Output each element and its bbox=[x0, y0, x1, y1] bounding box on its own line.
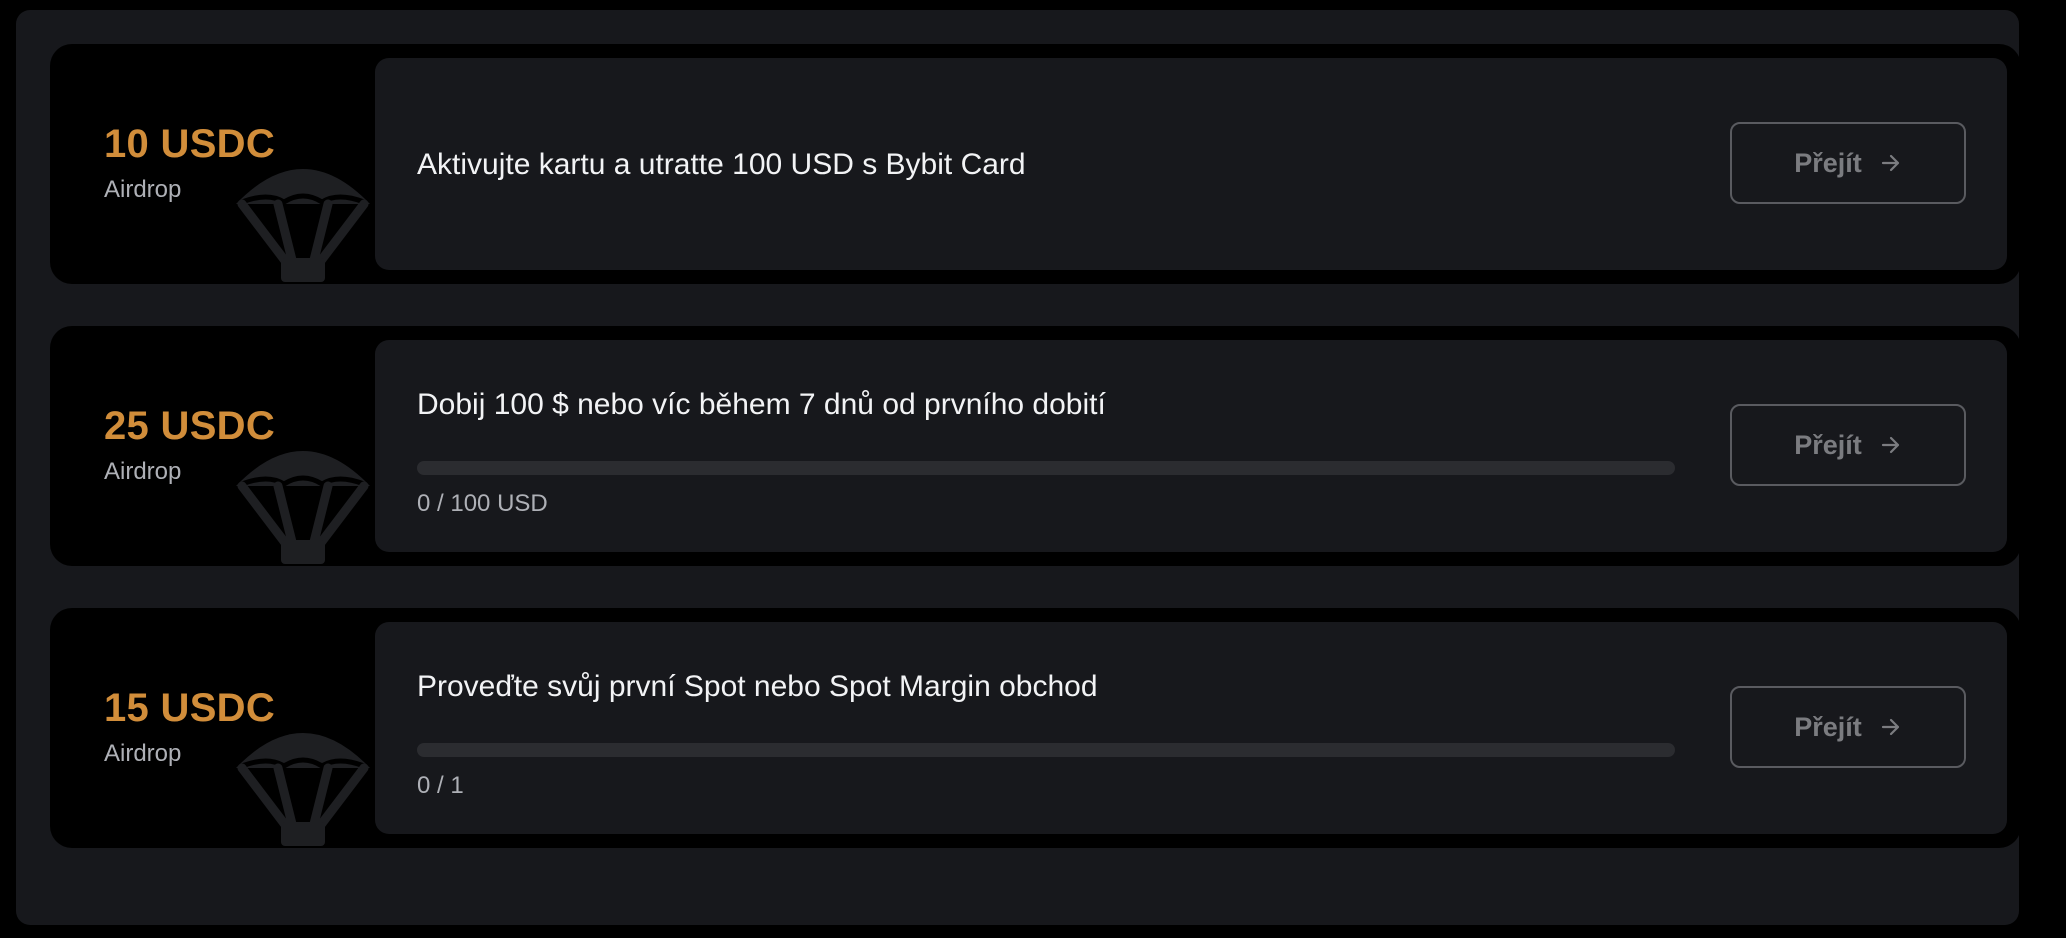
arrow-right-icon bbox=[1881, 718, 1899, 736]
go-button[interactable]: Přejít bbox=[1730, 686, 1966, 768]
task-title: Proveďte svůj první Spot nebo Spot Margi… bbox=[417, 670, 1098, 703]
reward-amount: 10 USDC bbox=[104, 122, 276, 166]
progress-text: 0 / 1 bbox=[417, 772, 464, 799]
reward-type: Airdrop bbox=[104, 458, 182, 485]
task-body: Aktivujte kartu a utratte 100 USD s Bybi… bbox=[375, 58, 2007, 270]
task-title: Dobij 100 $ nebo víc během 7 dnů od prvn… bbox=[417, 388, 1106, 421]
progress-bar bbox=[417, 461, 1675, 475]
task-title: Aktivujte kartu a utratte 100 USD s Bybi… bbox=[417, 148, 1026, 181]
task-body: Proveďte svůj první Spot nebo Spot Margi… bbox=[375, 622, 2007, 834]
go-button-label: Přejít bbox=[1794, 147, 1862, 178]
go-button-label: Přejít bbox=[1794, 711, 1862, 742]
reward-amount: 15 USDC bbox=[104, 686, 276, 730]
go-button[interactable]: Přejít bbox=[1730, 122, 1966, 204]
task-card: 25 USDC Airdrop Dobij 100 $ nebo víc běh… bbox=[50, 326, 2021, 566]
task-body: Dobij 100 $ nebo víc během 7 dnů od prvn… bbox=[375, 340, 2007, 552]
task-card: 15 USDC Airdrop Proveďte svůj první Spot… bbox=[50, 608, 2021, 848]
progress-bar bbox=[417, 743, 1675, 757]
reward-section: 15 USDC Airdrop bbox=[50, 608, 375, 848]
arrow-right-icon bbox=[1881, 436, 1899, 454]
arrow-right-icon bbox=[1881, 154, 1899, 172]
task-card: 10 USDC Airdrop Aktivujte kartu a utratt… bbox=[50, 44, 2021, 284]
reward-type: Airdrop bbox=[104, 740, 182, 767]
reward-section: 25 USDC Airdrop bbox=[50, 326, 375, 566]
progress-text: 0 / 100 USD bbox=[417, 490, 548, 517]
reward-amount: 25 USDC bbox=[104, 404, 276, 448]
reward-type: Airdrop bbox=[104, 176, 182, 203]
go-button-label: Přejít bbox=[1794, 429, 1862, 460]
reward-section: 10 USDC Airdrop bbox=[50, 44, 375, 284]
go-button[interactable]: Přejít bbox=[1730, 404, 1966, 486]
